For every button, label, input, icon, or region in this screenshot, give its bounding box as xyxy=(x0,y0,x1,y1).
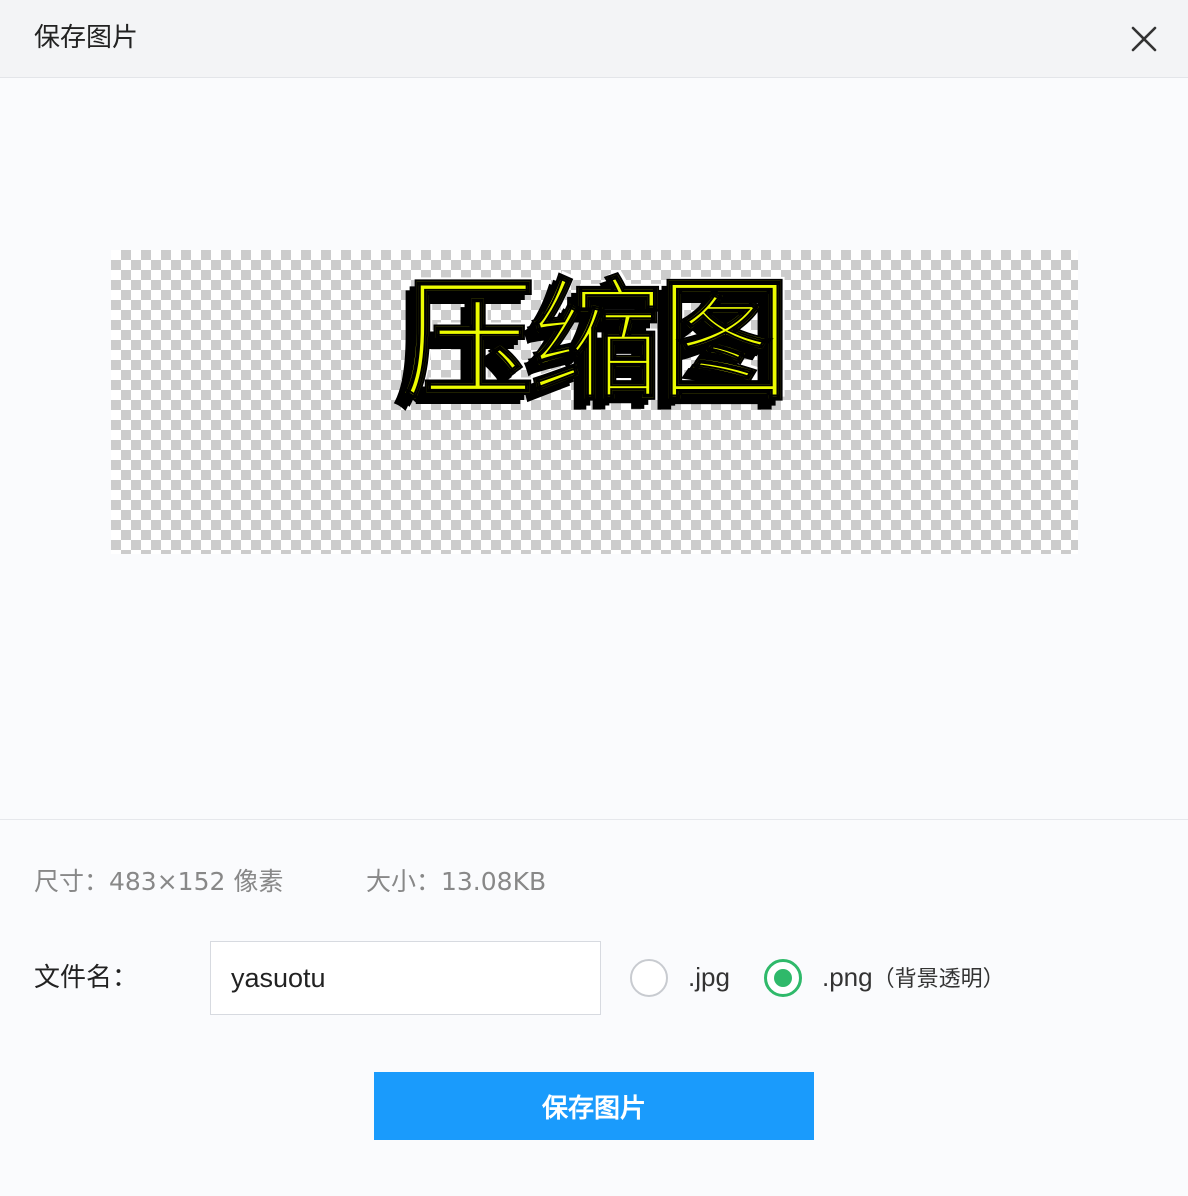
dialog-header: 保存图片 xyxy=(0,0,1188,78)
image-dimensions: 尺寸：483×152 像素 xyxy=(34,867,284,896)
filename-row: 文件名： .jpg .png（背景透明） xyxy=(0,941,1188,1015)
image-preview: 压缩图 xyxy=(111,250,1078,554)
format-label-png-note: （背景透明） xyxy=(872,967,1005,992)
preview-image-text: 压缩图 xyxy=(402,265,792,419)
dialog-title: 保存图片 xyxy=(34,23,139,53)
save-image-button[interactable]: 保存图片 xyxy=(374,1072,814,1140)
format-radio-png[interactable] xyxy=(764,959,802,997)
format-label-png[interactable]: .png（背景透明） xyxy=(822,959,1005,998)
format-label-png-text: .png xyxy=(822,962,873,992)
close-icon[interactable] xyxy=(1126,21,1162,57)
filename-input[interactable] xyxy=(210,941,601,1015)
save-image-dialog: 保存图片 压缩图 尺寸：483×152 像素 大小：13.08KB 文件名： .… xyxy=(0,0,1188,1196)
format-label-jpg[interactable]: .jpg xyxy=(688,959,730,995)
radio-selected-dot xyxy=(774,969,792,987)
image-filesize: 大小：13.08KB xyxy=(366,867,547,896)
format-radio-jpg[interactable] xyxy=(630,959,668,997)
filename-label: 文件名： xyxy=(34,963,139,993)
preview-area: 压缩图 xyxy=(0,79,1188,820)
